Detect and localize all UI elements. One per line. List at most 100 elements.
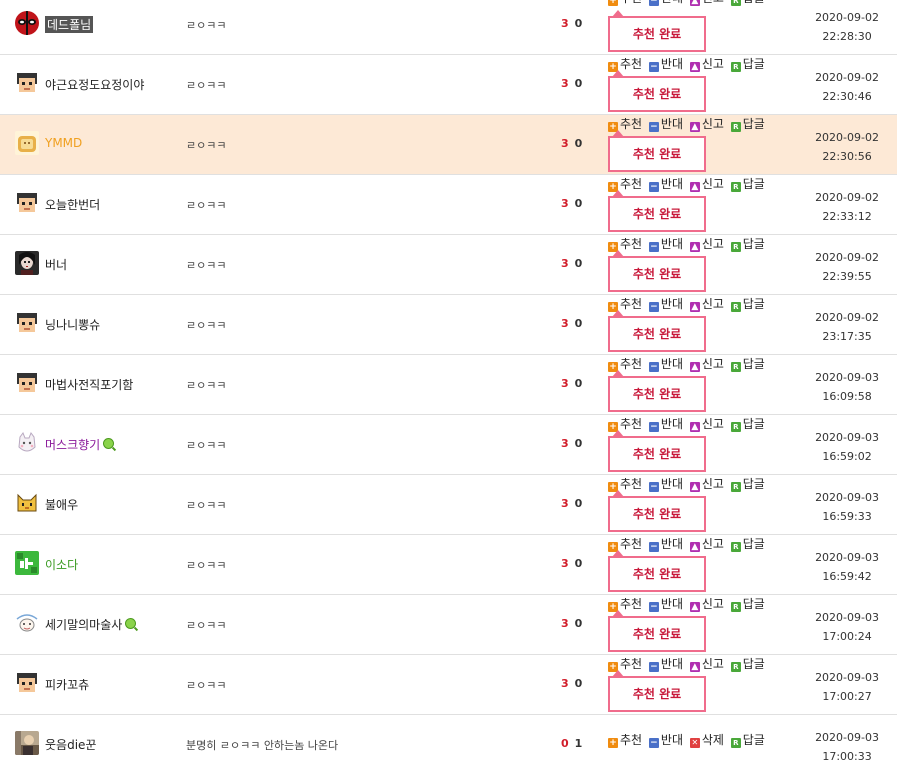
recommend-done-popup: 추천 완료 [608,10,706,52]
comment-actions: + 추천 − 반대 ✕ 삭제 R 답글 [608,731,768,748]
vote-count: 30 [561,377,582,390]
report-button[interactable]: ▲신고 [689,295,724,312]
down-count: 0 [574,377,583,390]
comment-actions: +추천 −반대 ▲신고 R답글 [608,655,768,672]
oppose-button[interactable]: −반대 [648,415,683,432]
reply-button[interactable]: R답글 [730,295,765,312]
comment-actions: +추천 −반대 ▲신고 R답글 [608,355,768,372]
comment-row-highlighted: YMMD ㄹㅇㅋㅋ 30 + 추천 − 반대 ▲ 신고 R 답글 추천 완료 2020-… [0,115,897,175]
report-button[interactable]: ▲신고 [689,355,724,372]
pixel-face-icon[interactable] [15,191,39,215]
reply-button[interactable]: R답글 [730,475,765,492]
oppose-button[interactable]: −반대 [648,535,683,552]
down-count: 0 [574,437,583,450]
oppose-button[interactable]: −반대 [648,235,683,252]
pixel-face-icon[interactable] [15,71,39,95]
reply-button[interactable]: R답글 [730,355,765,372]
reply-icon: R [730,242,741,252]
down-count: 0 [574,497,583,510]
nickname[interactable]: 데드폴님 [45,16,94,33]
comment-row: 이소다 ㄹㅇㅋㅋ 30 + 추천 − 반대 ▲ 신고 R 답글 추천 완료 2020-0… [0,535,897,595]
comment-row: 닝나니뽕슈 ㄹㅇㅋㅋ 30 + 추천 − 반대 ▲ 신고 R 답글 추천 완료 2020… [0,295,897,355]
vote-count: 30 [561,137,582,150]
dark-portrait-icon[interactable] [15,251,39,275]
reply-button[interactable]: R답글 [730,0,765,6]
sketch-icon[interactable] [15,611,39,635]
oppose-button[interactable]: −반대 [648,595,683,612]
reply-button[interactable]: R답글 [730,655,765,672]
report-button[interactable]: ▲신고 [689,115,724,132]
nickname[interactable]: 머스크향기 [45,436,115,453]
report-button[interactable]: ▲신고 [689,235,724,252]
white-cat-icon[interactable] [15,431,39,455]
oppose-button[interactable]: −반대 [648,731,683,748]
green-tile-icon[interactable] [15,551,39,575]
minus-icon: − [648,0,659,6]
report-button[interactable]: ▲신고 [689,55,724,72]
reply-icon: R [730,0,741,6]
oppose-button[interactable]: −반대 [648,0,683,6]
reply-button[interactable]: R답글 [730,415,765,432]
nickname[interactable]: YMMD [45,136,82,150]
timestamp: 2020-09-02 22:28:30 [815,11,879,43]
reply-button[interactable]: R답글 [730,115,765,132]
nickname[interactable]: 닝나니뽕슈 [45,316,100,333]
delete-button[interactable]: ✕ 삭제 [689,731,724,748]
nickname[interactable]: 피카꼬츄 [45,676,89,693]
down-count: 0 [574,17,583,30]
comment-text: ㄹㅇㅋㅋ [186,559,227,572]
report-button[interactable]: ▲신고 [689,415,724,432]
reply-button[interactable]: R답글 [730,235,765,252]
deadpool-icon[interactable] [15,11,39,35]
recommend-done-popup: 추천 완료 [608,430,706,472]
report-button[interactable]: ▲신고 [689,655,724,672]
comment-row: 세기말의마술사 ㄹㅇㅋㅋ 30 + 추천 − 반대 ▲ 신고 R 답글 추천 완료 20… [0,595,897,655]
nickname[interactable]: 버너 [45,256,67,273]
up-count: 3 [561,77,569,90]
photo-icon[interactable] [15,731,39,755]
nickname[interactable]: 이소다 [45,556,78,573]
oppose-button[interactable]: −반대 [648,655,683,672]
nickname[interactable]: 야근요정도요정이야 [45,76,144,93]
report-button[interactable]: ▲신고 [689,475,724,492]
report-button[interactable]: ▲신고 [689,175,724,192]
reply-icon: R [730,182,741,192]
vote-count: 30 [561,17,582,30]
report-button[interactable]: ▲신고 [689,595,724,612]
pixel-face-icon[interactable] [15,311,39,335]
reply-button[interactable]: R답글 [730,731,765,748]
oppose-button[interactable]: −반대 [648,475,683,492]
reply-button[interactable]: R답글 [730,595,765,612]
nickname[interactable]: 세기말의마술사 [45,616,137,633]
minus-icon: − [648,662,659,672]
reply-button[interactable]: R답글 [730,55,765,72]
oppose-button[interactable]: −반대 [648,115,683,132]
reply-icon: R [730,362,741,372]
oppose-button[interactable]: −반대 [648,55,683,72]
recommend-done-popup: 추천 완료 [608,130,706,172]
pixel-face-icon[interactable] [15,371,39,395]
close-icon: ✕ [689,738,700,748]
recommend-button[interactable]: +추천 [608,731,642,748]
fox-icon[interactable] [15,491,39,515]
recommend-button[interactable]: +추천 [608,0,642,6]
comment-actions: +추천 −반대 ▲신고 R답글 [608,535,768,552]
pixel-face-icon[interactable] [15,671,39,695]
comment-list: 데드폴님 ㄹㅇㅋㅋ 30 +추천 −반대 ▲신고 R답글 추천 완료 2020-… [0,0,897,775]
bread-icon[interactable] [15,131,39,155]
vote-count: 30 [561,497,582,510]
nickname[interactable]: 마법사전직포기함 [45,376,133,393]
oppose-button[interactable]: −반대 [648,175,683,192]
report-button[interactable]: ▲신고 [689,535,724,552]
nickname[interactable]: 오늘한번더 [45,196,100,213]
nickname[interactable]: 불애우 [45,496,78,513]
reply-button[interactable]: R답글 [730,175,765,192]
report-button[interactable]: ▲신고 [689,0,724,6]
minus-icon: − [648,422,659,432]
nickname[interactable]: 웃음die꾼 [45,736,96,753]
comment-text: ㄹㅇㅋㅋ [186,319,227,332]
reply-button[interactable]: R답글 [730,535,765,552]
oppose-button[interactable]: −반대 [648,295,683,312]
vote-count: 30 [561,557,582,570]
oppose-button[interactable]: −반대 [648,355,683,372]
